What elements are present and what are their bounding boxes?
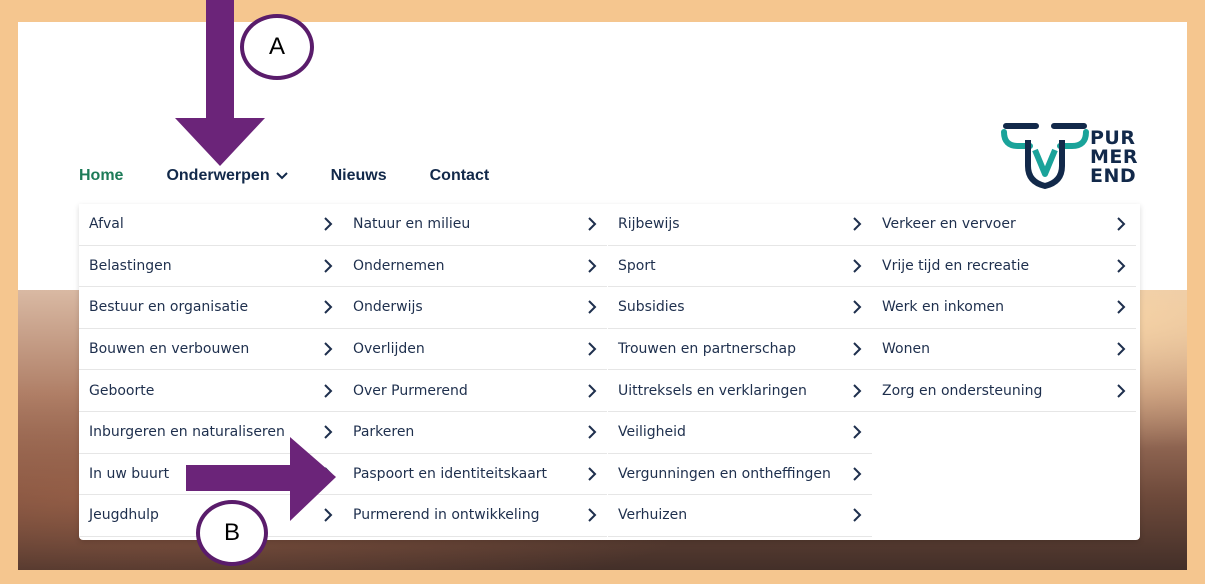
- chevron-right-icon: [588, 342, 597, 356]
- menu-item-label: Werk en inkomen: [882, 299, 1004, 316]
- chevron-right-icon: [853, 467, 862, 481]
- menu-item-label: Zorg en ondersteuning: [882, 382, 1043, 399]
- menu-item[interactable]: Vergunningen en ontheffingen: [608, 454, 872, 496]
- menu-item-label: Wonen: [882, 341, 930, 358]
- menu-column-3: Rijbewijs Sport Subsidies Trouwen en partne…: [608, 204, 872, 537]
- chevron-right-icon: [324, 383, 333, 398]
- chevron-right-icon: [588, 508, 597, 523]
- nav-onderwerpen-dropdown[interactable]: Onderwerpen: [166, 167, 288, 185]
- menu-item-label: Natuur en milieu: [353, 216, 471, 233]
- chevron-right-icon: [853, 342, 862, 356]
- menu-item-label: Geboorte: [89, 382, 155, 399]
- menu-item[interactable]: Over Purmerend: [343, 370, 607, 412]
- chevron-right-icon: [324, 259, 333, 273]
- menu-item-label: Verhuizen: [618, 507, 688, 524]
- chevron-right-icon: [324, 217, 333, 232]
- purmerend-cow-logo-icon[interactable]: [1000, 120, 1120, 192]
- chevron-right-icon: [324, 342, 333, 356]
- menu-item[interactable]: Paspoort en identiteitskaart: [343, 454, 607, 496]
- menu-item[interactable]: Subsidies: [608, 287, 872, 329]
- menu-item[interactable]: Sport: [608, 246, 872, 288]
- main-navigation: Home Onderwerpen Nieuws Contact: [79, 165, 532, 187]
- annotation-label-b: B: [196, 500, 268, 566]
- chevron-right-icon: [1117, 300, 1126, 315]
- nav-nieuws-link[interactable]: Nieuws: [331, 167, 387, 185]
- menu-item-label: Overlijden: [353, 341, 425, 358]
- menu-item-label: Trouwen en partnerschap: [618, 341, 796, 358]
- chevron-right-icon: [853, 259, 862, 273]
- menu-item-label: Sport: [618, 257, 656, 274]
- menu-item-label: Parkeren: [353, 424, 415, 441]
- chevron-right-icon: [1117, 383, 1126, 398]
- menu-item[interactable]: Purmerend in ontwikkeling: [343, 495, 607, 537]
- menu-item-label: Ondernemen: [353, 257, 445, 274]
- nav-onderwerpen-label: Onderwerpen: [166, 167, 270, 184]
- menu-item-label: Uittreksels en verklaringen: [618, 382, 807, 399]
- menu-item-label: Vrije tijd en recreatie: [882, 257, 1030, 274]
- menu-item-label: Onderwijs: [353, 299, 423, 316]
- chevron-right-icon: [588, 383, 597, 398]
- menu-item-label: Over Purmerend: [353, 382, 468, 399]
- nav-contact-link[interactable]: Contact: [430, 167, 490, 185]
- chevron-right-icon: [1117, 342, 1126, 356]
- chevron-right-icon: [853, 217, 862, 232]
- menu-item[interactable]: Bouwen en verbouwen: [79, 329, 343, 371]
- annotation-label-a: A: [240, 14, 314, 80]
- chevron-right-icon: [588, 300, 597, 315]
- menu-item[interactable]: Veiligheid: [608, 412, 872, 454]
- menu-item[interactable]: Geboorte: [79, 370, 343, 412]
- menu-item[interactable]: Onderwijs: [343, 287, 607, 329]
- menu-item[interactable]: Overlijden: [343, 329, 607, 371]
- menu-item[interactable]: Parkeren: [343, 412, 607, 454]
- menu-item-label: Rijbewijs: [618, 216, 680, 233]
- menu-item-label: Subsidies: [618, 299, 685, 316]
- chevron-right-icon: [1117, 259, 1126, 273]
- chevron-right-icon: [588, 217, 597, 232]
- chevron-right-icon: [588, 425, 597, 439]
- menu-item-label: Verkeer en vervoer: [882, 216, 1016, 233]
- menu-item-label: In uw buurt: [89, 465, 170, 482]
- menu-item[interactable]: Natuur en milieu: [343, 204, 607, 246]
- menu-item-label: Purmerend in ontwikkeling: [353, 507, 540, 524]
- chevron-right-icon: [324, 300, 333, 315]
- chevron-right-icon: [588, 259, 597, 273]
- menu-item[interactable]: Wonen: [872, 329, 1136, 371]
- menu-item[interactable]: Ondernemen: [343, 246, 607, 288]
- menu-item[interactable]: Belastingen: [79, 246, 343, 288]
- menu-item-label: Paspoort en identiteitskaart: [353, 465, 548, 482]
- chevron-right-icon: [853, 425, 862, 439]
- menu-item[interactable]: Bestuur en organisatie: [79, 287, 343, 329]
- menu-item-label: Jeugdhulp: [89, 507, 159, 524]
- chevron-right-icon: [853, 300, 862, 315]
- menu-item-label: Veiligheid: [618, 424, 686, 441]
- menu-item-label: Vergunningen en ontheffingen: [618, 465, 831, 482]
- menu-item[interactable]: Zorg en ondersteuning: [872, 370, 1136, 412]
- menu-item[interactable]: Werk en inkomen: [872, 287, 1136, 329]
- menu-item[interactable]: Verhuizen: [608, 495, 872, 537]
- chevron-right-icon: [853, 508, 862, 523]
- chevron-right-icon: [853, 383, 862, 398]
- menu-item[interactable]: Vrije tijd en recreatie: [872, 246, 1136, 288]
- chevron-right-icon: [588, 467, 597, 481]
- menu-item[interactable]: Rijbewijs: [608, 204, 872, 246]
- chevron-right-icon: [1117, 217, 1126, 232]
- menu-item-label: Belastingen: [89, 257, 172, 274]
- menu-item-label: Bestuur en organisatie: [89, 299, 249, 316]
- menu-item[interactable]: Verkeer en vervoer: [872, 204, 1136, 246]
- menu-column-4: Verkeer en vervoer Vrije tijd en recreati…: [872, 204, 1136, 412]
- menu-item[interactable]: Afval: [79, 204, 343, 246]
- menu-item[interactable]: Uittreksels en verklaringen: [608, 370, 872, 412]
- menu-item-label: Afval: [89, 216, 124, 233]
- chevron-down-icon: [275, 172, 288, 180]
- menu-item[interactable]: Trouwen en partnerschap: [608, 329, 872, 371]
- menu-column-2: Natuur en milieu Ondernemen Onderwijs Overl…: [343, 204, 607, 537]
- menu-item-label: Bouwen en verbouwen: [89, 341, 250, 358]
- nav-home-link[interactable]: Home: [79, 167, 123, 185]
